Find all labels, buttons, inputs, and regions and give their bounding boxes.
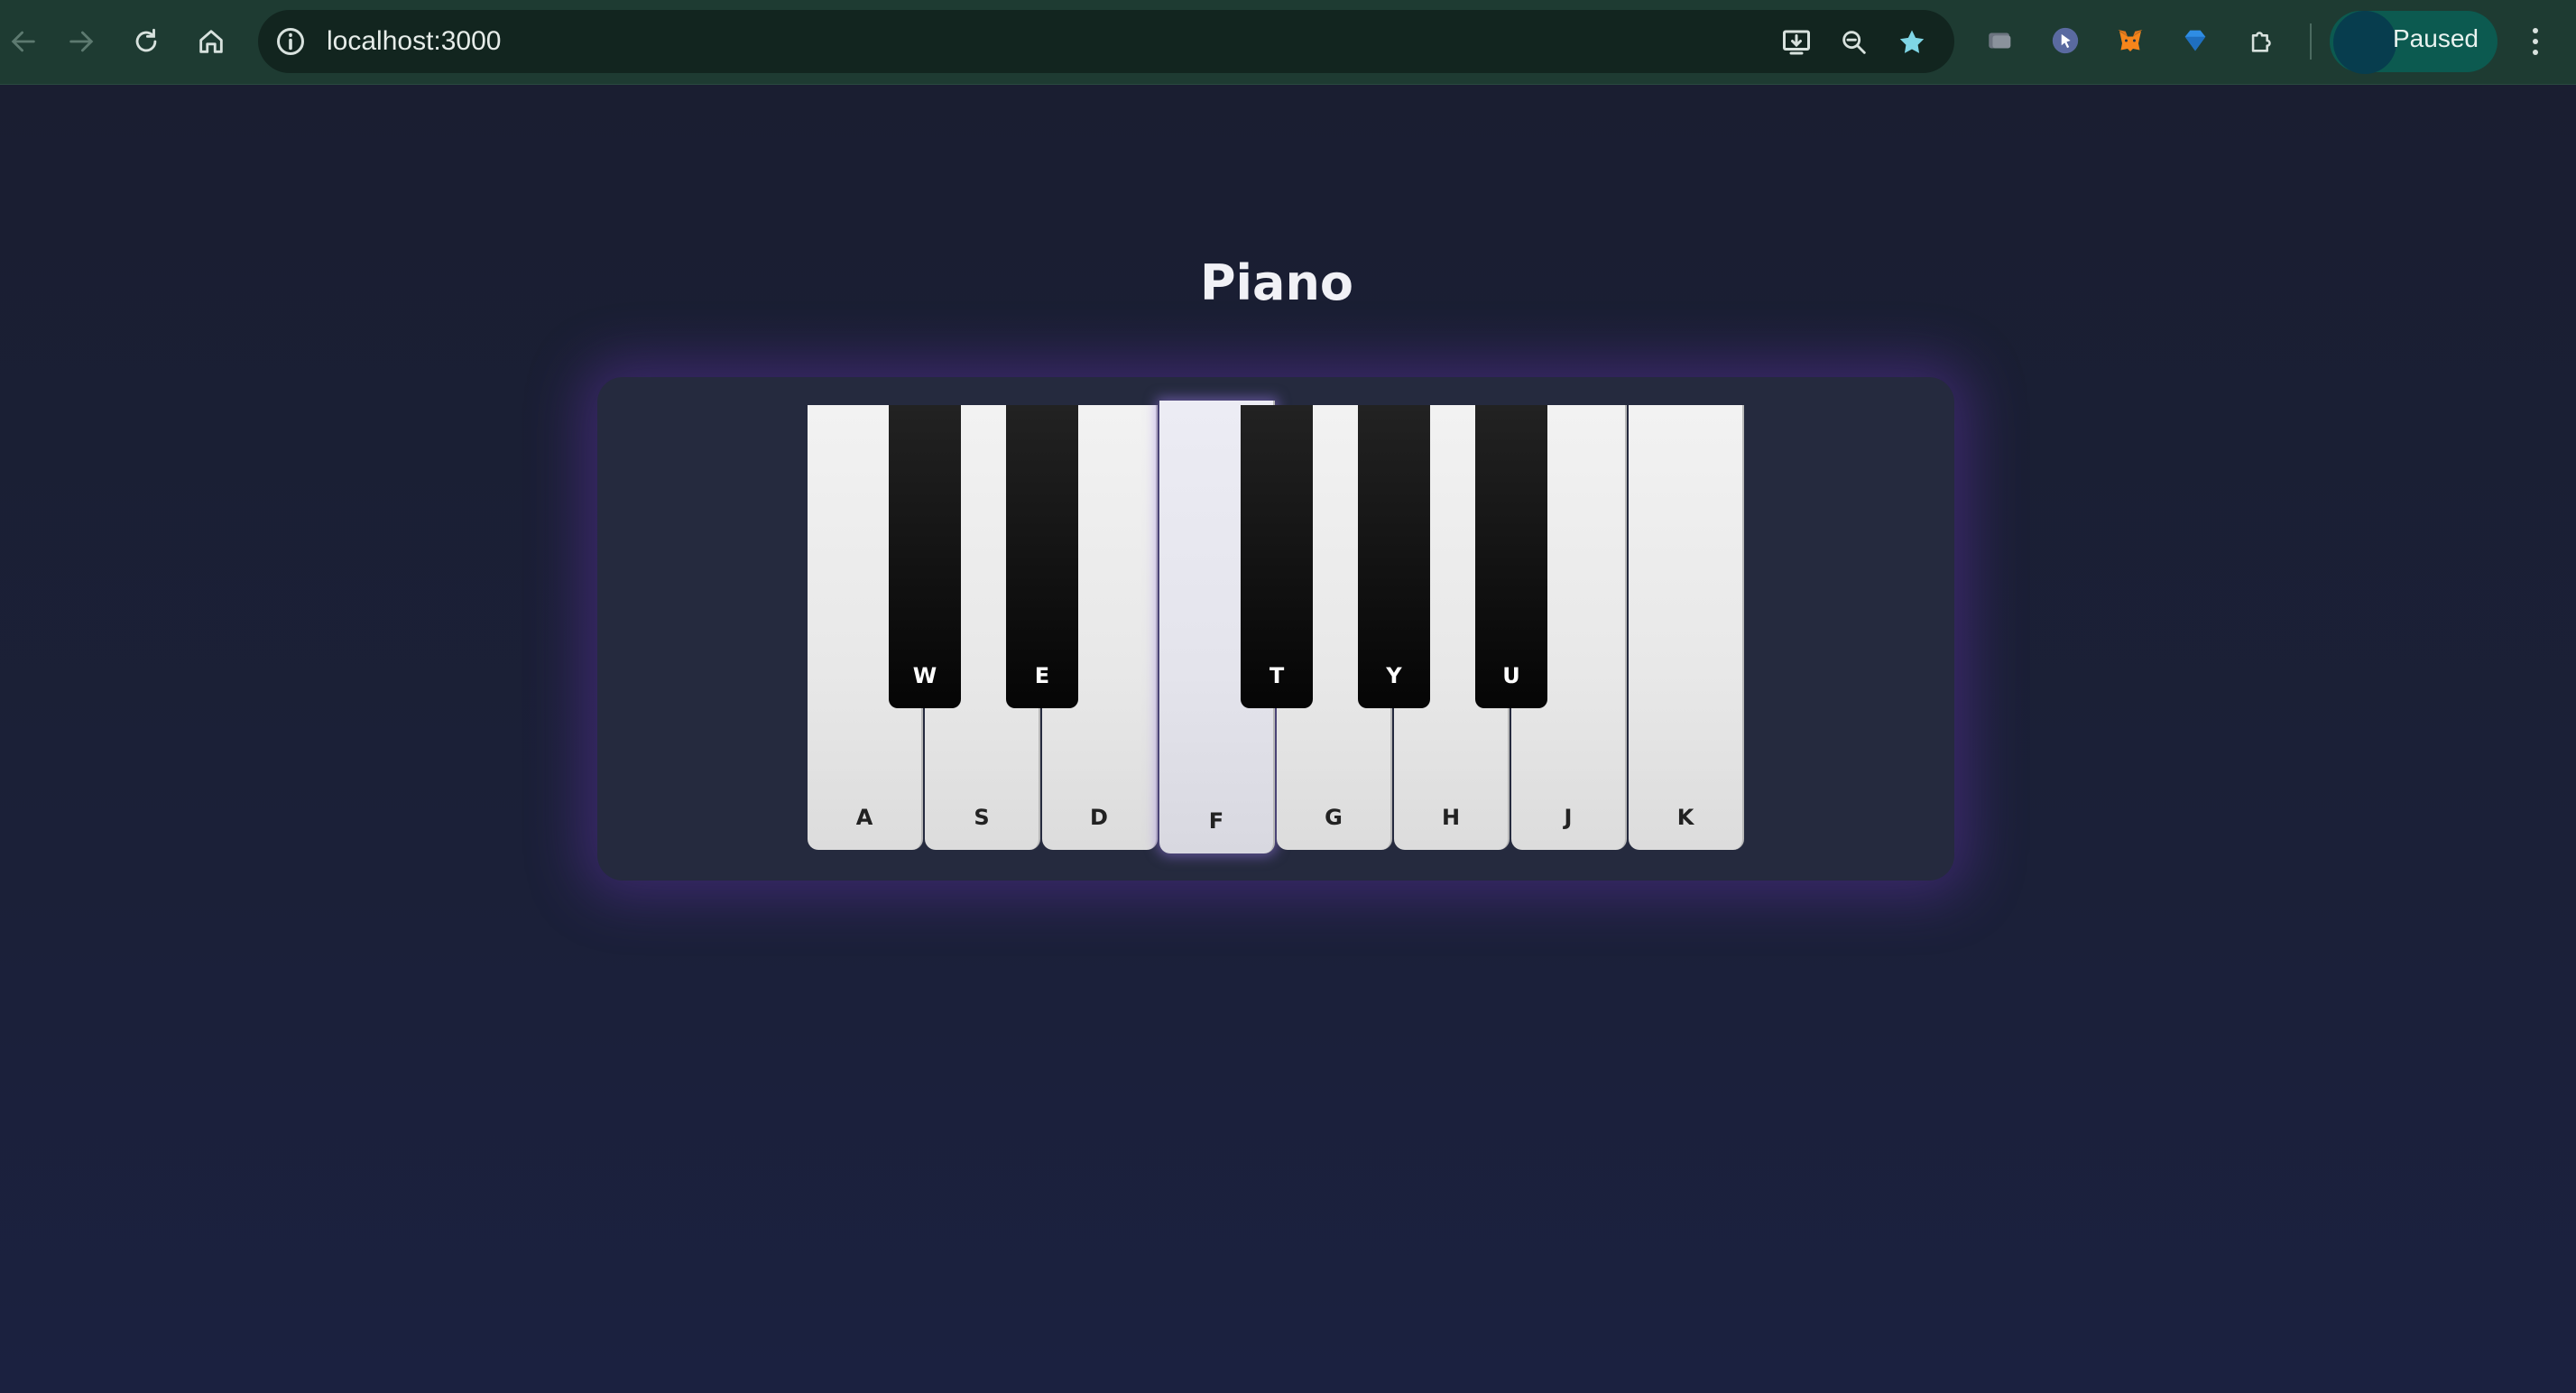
key-label: A xyxy=(855,805,873,830)
install-app-icon xyxy=(1783,30,1810,55)
back-button[interactable] xyxy=(0,18,47,65)
key-label: K xyxy=(1676,805,1694,830)
forward-arrow-icon xyxy=(69,31,94,52)
reload-icon xyxy=(135,28,157,52)
cursor-extension-icon xyxy=(2052,27,2079,54)
black-key-u[interactable]: U xyxy=(1475,405,1547,708)
page-title: Piano xyxy=(1199,254,1354,311)
key-label: E xyxy=(1034,663,1050,688)
metamask-extension-button[interactable] xyxy=(2111,22,2149,60)
key-label: Y xyxy=(1386,663,1402,688)
diamond-extension-button[interactable] xyxy=(2176,22,2214,60)
key-label: F xyxy=(1208,808,1224,834)
zoom-button[interactable] xyxy=(1837,25,1871,60)
key-label: W xyxy=(912,663,937,688)
key-label: H xyxy=(1441,805,1461,830)
key-label: D xyxy=(1090,805,1108,830)
reload-button[interactable] xyxy=(123,18,170,65)
bookmark-button[interactable] xyxy=(1895,25,1929,60)
address-bar[interactable]: localhost:3000 xyxy=(258,10,1954,73)
black-key-w[interactable]: W xyxy=(889,405,961,708)
key-label: S xyxy=(974,805,990,830)
puzzle-extensions-icon xyxy=(2251,32,2271,52)
key-label: U xyxy=(1502,663,1520,688)
forward-button[interactable] xyxy=(58,18,105,65)
avatar xyxy=(2333,11,2396,74)
browser-toolbar: localhost:3000 Paused xyxy=(0,0,2576,85)
home-button[interactable] xyxy=(188,18,235,65)
metamask-fox-icon xyxy=(2118,30,2143,51)
black-key-e[interactable]: E xyxy=(1006,405,1078,708)
key-label: J xyxy=(1564,805,1573,830)
white-key-k[interactable]: K xyxy=(1629,405,1744,850)
tab-group-extension-button[interactable] xyxy=(1981,22,2019,60)
diamond-extension-icon xyxy=(2184,30,2206,51)
cursor-extension-button[interactable] xyxy=(2046,22,2084,60)
profile-button[interactable]: Paused xyxy=(2330,11,2498,74)
toolbar-divider xyxy=(2310,23,2312,60)
key-label: T xyxy=(1269,663,1285,688)
star-icon xyxy=(1899,30,1925,53)
home-icon xyxy=(199,30,223,53)
back-arrow-icon xyxy=(11,31,35,52)
black-key-y[interactable]: Y xyxy=(1358,405,1430,708)
url-text[interactable]: localhost:3000 xyxy=(327,23,501,60)
info-icon[interactable] xyxy=(274,25,307,58)
zoom-out-icon xyxy=(1842,31,1866,54)
black-key-t[interactable]: T xyxy=(1241,405,1313,708)
extensions-button[interactable] xyxy=(2243,22,2281,60)
kebab-menu-icon[interactable] xyxy=(2517,20,2553,63)
key-label: G xyxy=(1325,805,1343,830)
install-app-button[interactable] xyxy=(1779,25,1814,60)
profile-status: Paused xyxy=(2393,24,2479,52)
tab-group-extension-icon xyxy=(1989,32,2011,49)
